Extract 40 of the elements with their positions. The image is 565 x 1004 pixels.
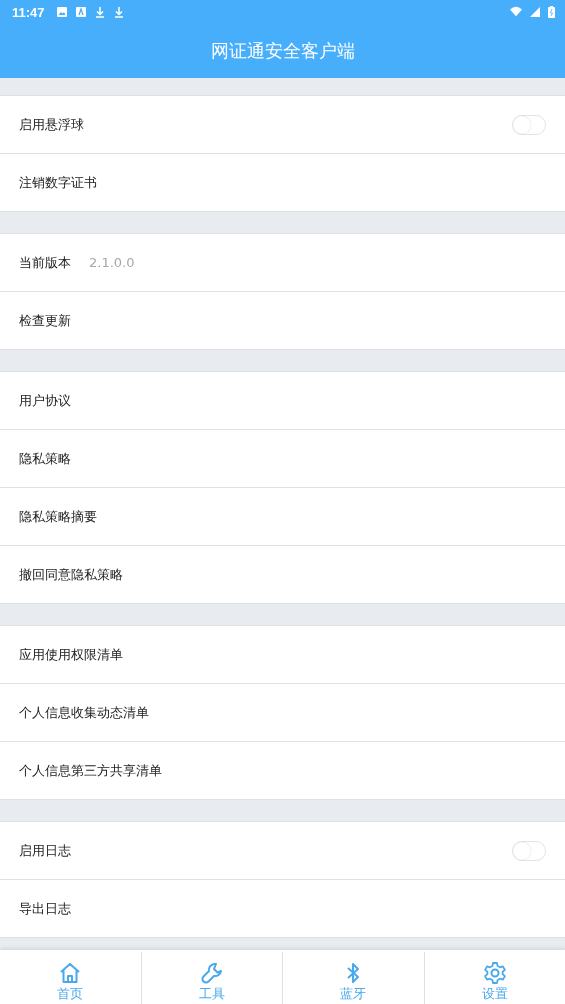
settings-row[interactable]: 启用悬浮球 [0,96,565,154]
settings-row[interactable]: 个人信息第三方共享清单 [0,742,565,800]
settings-row[interactable]: 撤回同意隐私策略 [0,546,565,604]
settings-row[interactable]: 当前版本 2.1.0.0 [0,234,565,292]
row-label: 个人信息收集动态清单 [19,703,149,722]
settings-row[interactable]: 检查更新 [0,292,565,350]
row-label: 启用悬浮球 [19,115,84,134]
version-value: 2.1.0.0 [89,255,135,270]
row-label: 检查更新 [19,311,71,330]
settings-row[interactable]: 隐私策略 [0,430,565,488]
settings-row[interactable]: 导出日志 [0,880,565,938]
row-label: 隐私策略 [19,449,71,468]
row-label: 当前版本 [19,253,71,272]
row-label: 个人信息第三方共享清单 [19,761,162,780]
toggle-switch[interactable] [512,840,546,861]
status-time: 11:47 [12,4,45,20]
battery-icon [548,6,555,18]
settings-icon [482,961,507,985]
row-label: 应用使用权限清单 [19,645,123,664]
toggle-switch[interactable] [512,114,546,135]
row-label: 导出日志 [19,899,71,918]
row-label: 注销数字证书 [19,173,97,192]
app-notification-icon [74,6,87,18]
wifi-icon [510,6,522,18]
image-notification-icon [55,6,68,18]
signal-icon [529,6,541,18]
settings-row[interactable]: 注销数字证书 [0,154,565,212]
row-label: 撤回同意隐私策略 [19,565,123,584]
settings-row[interactable]: 应用使用权限清单 [0,626,565,684]
row-label: 启用日志 [19,841,71,860]
download-icon [93,6,106,18]
wrench-icon [199,961,224,985]
settings-row[interactable]: 用户协议 [0,372,565,430]
settings-row[interactable]: 个人信息收集动态清单 [0,684,565,742]
app-title: 网证通安全客户端 [210,39,355,63]
row-label: 隐私策略摘要 [19,507,97,526]
row-label: 用户协议 [19,391,71,410]
settings-row[interactable]: 隐私策略摘要 [0,488,565,546]
settings-row[interactable]: 启用日志 [0,822,565,880]
download-icon [112,6,125,18]
